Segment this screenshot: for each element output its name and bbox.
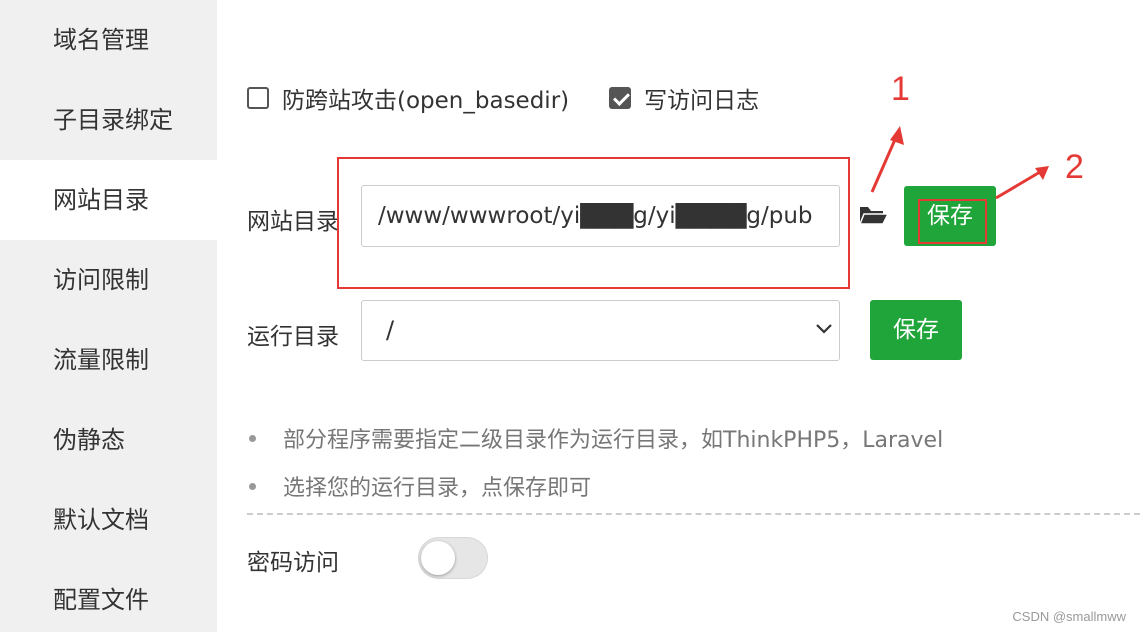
site-dir-label: 网站目录 bbox=[247, 209, 339, 235]
hint-text: 部分程序需要指定二级目录作为运行目录，如ThinkPHP5，Laravel bbox=[283, 428, 944, 453]
sidebar-item-config-file[interactable]: 配置文件 bbox=[0, 560, 217, 632]
sidebar-item-domain-management[interactable]: 域名管理 bbox=[0, 0, 217, 80]
sidebar: 域名管理 子目录绑定 网站目录 访问限制 流量限制 伪静态 默认文档 配置文件 bbox=[0, 0, 217, 632]
hint-text: 选择您的运行目录，点保存即可 bbox=[283, 476, 592, 501]
options-row: 防跨站攻击(open_basedir) 写访问日志 bbox=[247, 82, 759, 114]
main-panel: 防跨站攻击(open_basedir) 写访问日志 网站目录 保存 运行目录 / bbox=[217, 0, 1140, 632]
access-log-option: 写访问日志 bbox=[609, 81, 759, 115]
password-access-toggle[interactable] bbox=[418, 537, 488, 579]
toggle-knob bbox=[421, 541, 455, 575]
watermark: CSDN @smallmww bbox=[1012, 609, 1126, 624]
annotation-marker-1: 1 bbox=[891, 70, 910, 108]
hint-item: 选择您的运行目录，点保存即可 bbox=[247, 470, 591, 502]
app-root: 域名管理 子目录绑定 网站目录 访问限制 流量限制 伪静态 默认文档 配置文件 … bbox=[0, 0, 1140, 632]
sidebar-item-site-directory[interactable]: 网站目录 bbox=[0, 160, 217, 240]
run-dir-label: 运行目录 bbox=[247, 324, 339, 350]
anti-xss-checkbox[interactable] bbox=[247, 87, 269, 109]
access-log-checkbox[interactable] bbox=[609, 87, 632, 109]
sidebar-item-subdirectory-binding[interactable]: 子目录绑定 bbox=[0, 80, 217, 160]
bullet bbox=[249, 434, 256, 442]
annotation-marker-2: 2 bbox=[1065, 148, 1084, 186]
password-access-label: 密码访问 bbox=[247, 550, 339, 576]
run-dir-save-button[interactable]: 保存 bbox=[870, 300, 962, 360]
divider bbox=[247, 513, 1140, 515]
sidebar-item-default-document[interactable]: 默认文档 bbox=[0, 480, 217, 560]
sidebar-item-access-restriction[interactable]: 访问限制 bbox=[0, 240, 217, 320]
site-dir-input[interactable] bbox=[361, 185, 840, 247]
run-dir-save-label: 保存 bbox=[893, 317, 939, 343]
sidebar-item-traffic-limit[interactable]: 流量限制 bbox=[0, 320, 217, 400]
access-log-label[interactable]: 写访问日志 bbox=[644, 81, 759, 115]
annotation-arrows bbox=[870, 126, 1049, 200]
run-dir-select[interactable]: / bbox=[361, 300, 840, 361]
hint-item: 部分程序需要指定二级目录作为运行目录，如ThinkPHP5，Laravel bbox=[247, 422, 943, 454]
sidebar-item-rewrite[interactable]: 伪静态 bbox=[0, 400, 217, 480]
anti-xss-label[interactable]: 防跨站攻击(open_basedir) bbox=[282, 81, 569, 115]
chevron-down-icon bbox=[816, 324, 832, 334]
run-dir-selected-value: / bbox=[386, 316, 395, 344]
bullet bbox=[249, 482, 256, 490]
